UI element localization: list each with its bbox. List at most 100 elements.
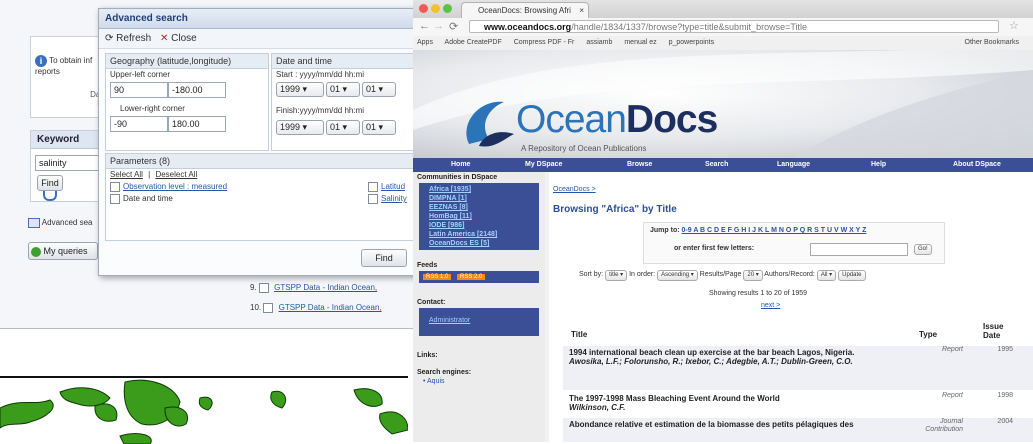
communities-list: Africa [1935] DIMPNA [1] EEZNAS [8] HomB… (419, 183, 539, 250)
param-latitude[interactable]: Latitud (368, 182, 405, 192)
lower-right-label: Lower-right corner (120, 104, 185, 113)
jump-to-box: Jump to: 0-9 A B C D E F G H I J K L M N… (643, 222, 945, 264)
finish-day-select[interactable]: 01 ▾ (362, 120, 396, 135)
param-checkbox[interactable] (368, 182, 378, 192)
close-window-icon[interactable] (419, 4, 428, 13)
finish-year-select[interactable]: 1999 ▾ (276, 120, 324, 135)
community-link[interactable]: Latin America [2148] (429, 230, 539, 239)
nav-browse[interactable]: Browse (627, 158, 652, 172)
jump-letters[interactable]: 0-9 A B C D E F G H I J K L M N O P Q R … (682, 227, 867, 234)
lower-right-lat-input[interactable]: -90 (110, 116, 168, 132)
deselect-all-link[interactable]: Deselect All (155, 170, 197, 179)
search-engine-link[interactable]: • Aquis (413, 378, 545, 385)
authors-record-select[interactable]: All ▾ (816, 270, 837, 281)
param-date-time[interactable]: Date and time (110, 194, 173, 204)
bookmark-item[interactable]: menual ez (624, 39, 656, 46)
result-number: 9. (250, 283, 257, 292)
browser-tab[interactable]: OceanDocs: Browsing Afri × (461, 2, 589, 18)
order-select[interactable]: Ascending ▾ (657, 270, 698, 281)
param-label: Observation level : measured (123, 182, 228, 192)
sort-by-select[interactable]: title ▾ (605, 270, 628, 281)
nav-home[interactable]: Home (451, 158, 470, 172)
back-icon[interactable]: ← (419, 20, 430, 32)
bookmark-item[interactable]: Adobe CreatePDF (445, 39, 502, 46)
refresh-button[interactable]: ⟳ Refresh (105, 33, 154, 44)
order-label: In order: (629, 271, 656, 278)
upper-left-lon-input[interactable]: -180.00 (168, 82, 226, 98)
browser-window: OceanDocs: Browsing Afri × ← → ⟳ www.oce… (413, 0, 1033, 442)
first-letters-input[interactable] (810, 243, 908, 256)
table-row[interactable]: Abondance relative et estimation de la b… (563, 418, 1033, 442)
bookmark-item[interactable]: Other Bookmarks (965, 36, 1019, 50)
find-button[interactable]: Find (361, 249, 407, 267)
param-observation-level[interactable]: Observation level : measured (110, 182, 227, 192)
bookmark-item[interactable]: Compress PDF - Fr (514, 39, 575, 46)
finish-month-select[interactable]: 01 ▾ (326, 120, 360, 135)
update-button[interactable]: Update (838, 270, 866, 281)
select-all-link[interactable]: Select All (110, 170, 143, 179)
maximize-window-icon[interactable] (443, 4, 452, 13)
row-title[interactable]: The 1997-1998 Mass Bleaching Event Aroun… (569, 394, 909, 403)
community-link[interactable]: Africa [1935] (429, 185, 539, 194)
tab-close-icon[interactable]: × (579, 3, 584, 19)
result-link[interactable]: GTSPP Data - Indian Ocean, (279, 303, 382, 312)
authors-record-label: Authors/Record: (764, 271, 815, 278)
nav-my-dspace[interactable]: My DSpace (525, 158, 562, 172)
queries-icon (31, 246, 41, 257)
logo-docs: Docs (625, 98, 718, 141)
administrator-link[interactable]: Administrator (429, 317, 470, 324)
row-title[interactable]: 1994 international beach clean up exerci… (569, 348, 909, 357)
address-bar[interactable]: www.oceandocs.org/handle/1834/1337/brows… (469, 20, 999, 33)
nav-help[interactable]: Help (871, 158, 886, 172)
breadcrumb[interactable]: OceanDocs > (553, 186, 596, 193)
param-checkbox[interactable] (110, 194, 120, 204)
result-row-10[interactable]: 10. GTSPP Data - Indian Ocean, (250, 298, 420, 318)
nav-language[interactable]: Language (777, 158, 810, 172)
row-title[interactable]: Abondance relative et estimation de la b… (569, 420, 909, 429)
nav-about-dspace[interactable]: About DSpace (953, 158, 1001, 172)
start-day-select[interactable]: 01 ▾ (362, 82, 396, 97)
param-checkbox[interactable] (368, 194, 378, 204)
community-link[interactable]: IODE [986] (429, 221, 539, 230)
community-link[interactable]: DIMPNA [1] (429, 194, 539, 203)
rss2-button[interactable]: RSS 2.0 (457, 274, 486, 280)
result-row-9[interactable]: 9. GTSPP Data - Indian Ocean, (250, 278, 420, 298)
keyword-find-button[interactable]: Find (37, 175, 63, 191)
table-row[interactable]: 1994 international beach clean up exerci… (563, 346, 1033, 390)
bookmark-item[interactable]: Apps (417, 39, 433, 46)
next-link[interactable]: next > (761, 302, 780, 309)
community-link[interactable]: OceanDocs ES [5] (429, 239, 539, 248)
minimize-window-icon[interactable] (431, 4, 440, 13)
reload-icon[interactable]: ⟳ (449, 20, 458, 33)
result-checkbox[interactable] (263, 302, 274, 313)
upper-left-lat-input[interactable]: 90 (110, 82, 168, 98)
param-label: Salinity (381, 194, 407, 204)
bookmark-item[interactable]: assiamb (586, 39, 612, 46)
start-month-select[interactable]: 01 ▾ (326, 82, 360, 97)
bookmark-star-icon[interactable]: ☆ (1009, 19, 1019, 32)
nav-search[interactable]: Search (705, 158, 728, 172)
start-label: Start : yyyy/mm/dd hh:mi (276, 70, 365, 79)
lower-right-lon-input[interactable]: 180.00 (168, 116, 226, 132)
feeds-box: RSS 1.0 RSS 2.0 (419, 271, 539, 283)
result-link[interactable]: GTSPP Data - Indian Ocean, (274, 283, 377, 292)
rss1-button[interactable]: RSS 1.0 (423, 274, 452, 280)
results-page-select[interactable]: 20 ▾ (743, 270, 763, 281)
bookmark-item[interactable]: p_powerpoints (669, 39, 715, 46)
refresh-icon: ⟳ (105, 33, 114, 44)
table-row[interactable]: The 1997-1998 Mass Bleaching Event Aroun… (563, 392, 1033, 418)
land-mass (379, 411, 408, 435)
param-salinity[interactable]: Salinity (368, 194, 407, 204)
close-button[interactable]: ✕ Close (160, 33, 197, 44)
forward-icon[interactable]: → (433, 20, 444, 32)
community-link[interactable]: HomBag [11] (429, 212, 539, 221)
close-label: Close (171, 33, 197, 44)
start-year-select[interactable]: 1999 ▾ (276, 82, 324, 97)
links-header: Links: (417, 352, 438, 359)
go-button[interactable]: Go! (914, 244, 932, 255)
advanced-search-link[interactable]: Advanced sea (28, 218, 92, 228)
community-link[interactable]: EEZNAS [8] (429, 203, 539, 212)
my-queries-button[interactable]: My queries (28, 242, 98, 260)
param-checkbox[interactable] (110, 182, 120, 192)
result-checkbox[interactable] (258, 282, 269, 293)
